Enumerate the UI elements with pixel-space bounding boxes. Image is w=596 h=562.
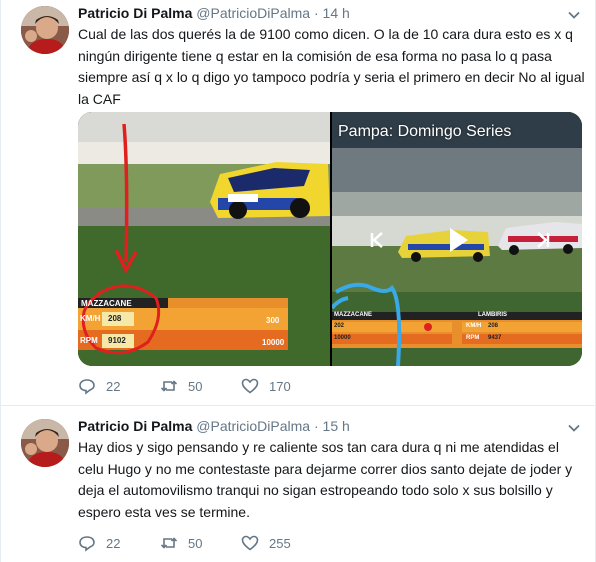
hud-speed-value: 208 (108, 314, 122, 323)
hud-speed-scale: 300 (266, 316, 280, 325)
author-handle[interactable]: @PatricioDiPalma (196, 418, 310, 434)
like-count: 170 (269, 378, 291, 394)
hud-rpm-scale: 10000 (262, 338, 285, 347)
retweet-button[interactable]: 50 (160, 533, 202, 553)
heart-icon (241, 378, 259, 394)
tweet-timestamp[interactable]: 15 h (323, 418, 350, 434)
reply-icon (79, 536, 95, 552)
video-title: Pampa: Domingo Series (338, 123, 512, 140)
hud-rpm-label: RPM (80, 336, 98, 345)
avatar[interactable] (21, 6, 69, 54)
like-button[interactable]: 170 (241, 376, 291, 396)
separator-dot: · (313, 418, 319, 434)
tweet-text: Hay dios y sigo pensando y re caliente s… (78, 439, 573, 520)
chevron-down-icon[interactable] (567, 8, 581, 22)
media-image-left[interactable]: MAZZACANE KM/H 208 RPM 9102 300 10000 (78, 112, 330, 366)
hud-rpm-value: 9102 (108, 336, 126, 345)
tweet-text: Cual de las dos querés la de 9100 como d… (78, 26, 585, 107)
tweet-header: Patricio Di Palma @PatricioDiPalma · 14 … (78, 5, 350, 23)
hud-driver-right: LAMBIRIS (478, 312, 507, 318)
retweet-icon (160, 380, 178, 392)
retweet-icon (160, 537, 178, 549)
separator-dot: · (313, 5, 319, 21)
media-video-right[interactable]: Pampa: Domingo Series MAZZACANE LAMBIRIS… (332, 112, 582, 366)
hud-rpm-left: 10000 (334, 335, 351, 341)
reply-button[interactable]: 22 (78, 376, 120, 396)
hud-speed-left: 202 (334, 323, 345, 329)
tweet-timestamp[interactable]: 14 h (323, 5, 350, 21)
like-count: 255 (269, 535, 291, 551)
heart-icon (241, 535, 259, 551)
hud-speed-right: 208 (488, 323, 499, 329)
reply-count: 22 (106, 378, 121, 394)
author-handle[interactable]: @PatricioDiPalma (196, 5, 310, 21)
tweet[interactable]: Patricio Di Palma @PatricioDiPalma · 14 … (1, 0, 596, 406)
hud-rpm-label-right: RPM (466, 335, 480, 341)
hud-rpm-right: 9437 (488, 335, 502, 341)
avatar[interactable] (21, 419, 69, 467)
tweet-media[interactable]: MAZZACANE KM/H 208 RPM 9102 300 10000 Pa… (78, 112, 582, 366)
reply-icon (79, 379, 95, 395)
author-name[interactable]: Patricio Di Palma (78, 5, 192, 21)
hud-speed-label: KM/H (80, 314, 101, 323)
reply-button[interactable]: 22 (78, 533, 120, 553)
retweet-button[interactable]: 50 (160, 376, 202, 396)
retweet-count: 50 (188, 535, 203, 551)
hud-driver-name: MAZZACANE (81, 299, 132, 308)
chevron-down-icon[interactable] (567, 421, 581, 435)
retweet-count: 50 (188, 378, 203, 394)
tweet-header: Patricio Di Palma @PatricioDiPalma · 15 … (78, 418, 350, 436)
author-name[interactable]: Patricio Di Palma (78, 418, 192, 434)
like-button[interactable]: 255 (241, 533, 291, 553)
hud-speed-label-right: KM/H (466, 323, 482, 329)
hud-driver-left: MAZZACANE (334, 312, 372, 318)
timeline: Patricio Di Palma @PatricioDiPalma · 14 … (0, 0, 596, 562)
tweet[interactable]: Patricio Di Palma @PatricioDiPalma · 15 … (1, 406, 596, 562)
reply-count: 22 (106, 535, 121, 551)
